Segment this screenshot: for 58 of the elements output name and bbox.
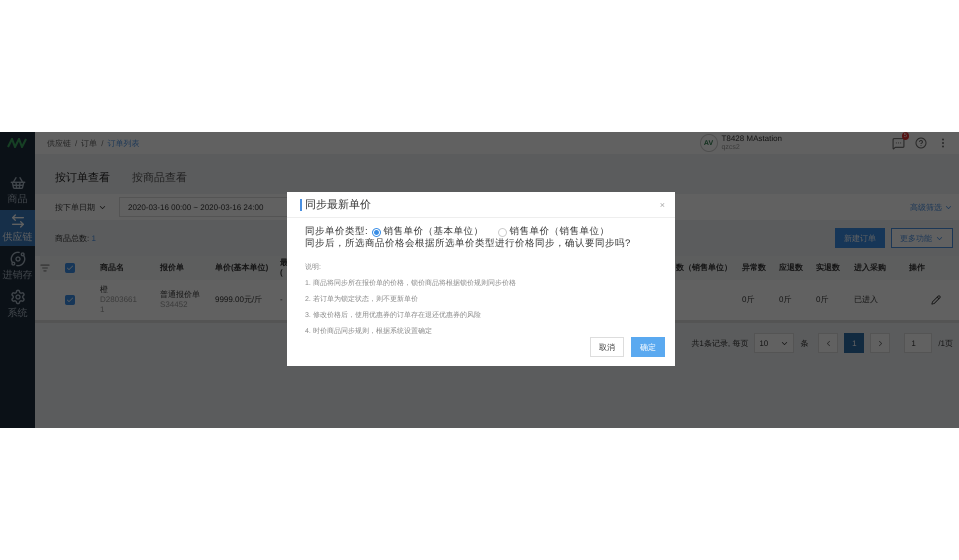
column-header: 操作 bbox=[909, 263, 926, 273]
date-range-field[interactable]: 2020-03-16 00:00 ~ 2020-03-16 24:00 bbox=[119, 197, 289, 217]
cancel-button[interactable]: 取消 bbox=[590, 337, 624, 357]
product-count: 商品总数: 1 bbox=[55, 232, 96, 244]
column-header: 单价(基本单位) bbox=[215, 263, 270, 273]
record-count: 共1条记录, 每页 bbox=[691, 338, 748, 348]
message-icon[interactable] bbox=[892, 136, 905, 150]
tab[interactable]: 按订单查看 bbox=[55, 166, 110, 190]
column-header: 商品名 bbox=[100, 263, 125, 273]
page-total: /1页 bbox=[938, 338, 953, 348]
page-size-select[interactable]: 10 bbox=[754, 333, 794, 353]
breadcrumb-separator: / bbox=[101, 138, 104, 148]
gear-icon bbox=[10, 288, 26, 304]
column-header: 进入采购 bbox=[854, 263, 887, 273]
help-icon[interactable] bbox=[915, 137, 927, 149]
table-cell-text: 0斤 bbox=[816, 295, 830, 305]
exchange-arrows-icon bbox=[10, 212, 26, 228]
checkbox[interactable] bbox=[65, 263, 75, 273]
dialog-title: 同步最新单价 bbox=[300, 198, 660, 210]
breadcrumb-separator: / bbox=[75, 138, 78, 148]
filter-icon[interactable] bbox=[40, 263, 50, 273]
table-cell-text: 已进入 bbox=[854, 295, 879, 305]
column-header: 应退数 bbox=[779, 263, 804, 273]
orbit-icon bbox=[10, 250, 26, 266]
date-type-select[interactable]: 按下单日期 bbox=[55, 202, 107, 212]
confirm-message: 同步后，所选商品价格会根据所选单价类型进行价格同步，确认要同步吗? bbox=[305, 238, 632, 250]
basket-icon bbox=[10, 174, 26, 190]
radio-option[interactable]: 销售单价（基本单位） bbox=[372, 226, 484, 238]
radio-option[interactable]: 销售单价（销售单位） bbox=[498, 226, 610, 238]
table-cell-text: 9999.00元/斤 bbox=[215, 295, 264, 305]
table-cell-text: 0斤 bbox=[779, 295, 792, 305]
breadcrumb-link[interactable]: 订单列表 bbox=[107, 138, 140, 148]
confirm-button[interactable]: 确定 bbox=[631, 337, 665, 357]
table-cell-text: 0斤 bbox=[742, 295, 756, 305]
page-jump-field[interactable]: 1 bbox=[904, 333, 932, 353]
logo-icon bbox=[6, 138, 28, 148]
breadcrumb-link[interactable]: 订单 bbox=[81, 138, 98, 148]
new-order-button[interactable]: 新建订单 bbox=[835, 228, 885, 248]
more-functions-button[interactable]: 更多功能 bbox=[891, 228, 953, 248]
next-page-button[interactable] bbox=[870, 333, 890, 353]
previous-page-button[interactable] bbox=[818, 333, 838, 353]
column-header: 数（销售单位） bbox=[676, 263, 733, 273]
column-header: 异常数 bbox=[742, 263, 767, 273]
sidebar-item[interactable]: 供应链 bbox=[0, 210, 35, 246]
page-size-unit: 条 bbox=[800, 338, 808, 348]
checkbox[interactable] bbox=[65, 295, 75, 305]
advanced-filter-link[interactable]: 高级筛选 bbox=[910, 202, 953, 212]
breadcrumb-link[interactable]: 供应链 bbox=[47, 138, 71, 148]
column-header: 报价单 bbox=[160, 263, 185, 273]
edit-icon[interactable] bbox=[931, 295, 941, 305]
column-header: 实退数 bbox=[816, 263, 841, 273]
page-button[interactable]: 1 bbox=[844, 333, 864, 353]
tab[interactable]: 按商品查看 bbox=[132, 166, 187, 190]
account-name: T8428 MAstation bbox=[722, 134, 782, 143]
close-button[interactable]: × bbox=[660, 200, 665, 210]
table-cell-text: - bbox=[280, 295, 284, 305]
column-header: 最( bbox=[280, 258, 287, 278]
field-label: 同步单价类型: bbox=[305, 226, 368, 238]
